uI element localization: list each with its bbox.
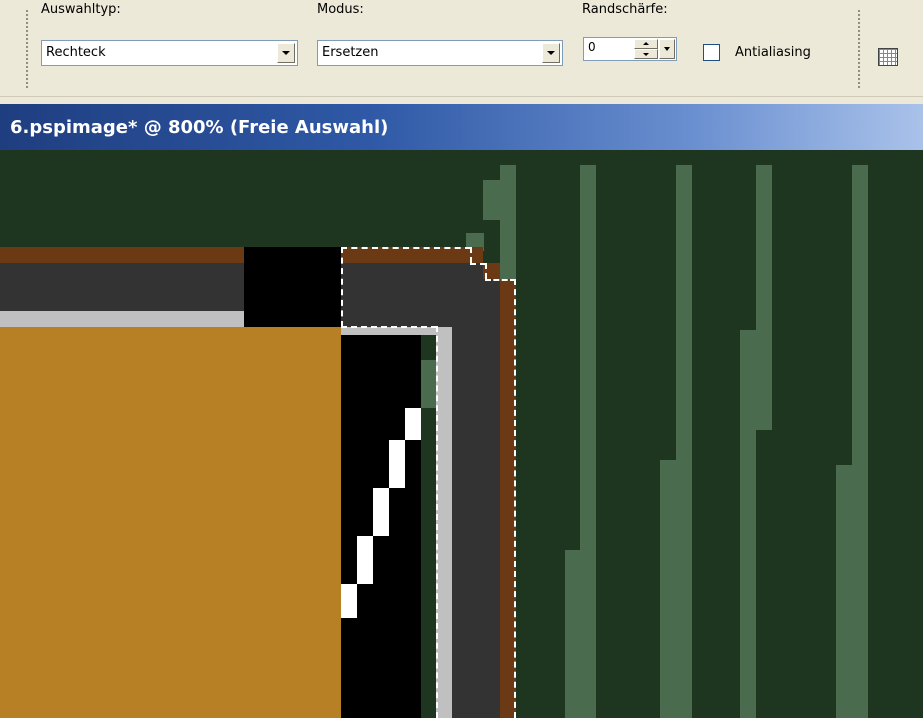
gold-panel <box>0 327 341 718</box>
frame-silver-right <box>436 327 452 718</box>
pixel-light-green <box>852 165 868 465</box>
pixel-light-green <box>580 165 596 550</box>
chevron-down-icon[interactable] <box>542 43 560 63</box>
frame-brown-top-right <box>341 247 483 263</box>
selection-type-value: Rechteck <box>46 45 106 60</box>
selection-marquee <box>470 247 472 263</box>
chevron-down-icon[interactable] <box>659 39 675 59</box>
mode-label: Modus: <box>317 2 364 17</box>
white-stair-step <box>357 536 373 584</box>
antialiasing-label: Antialiasing <box>735 45 811 60</box>
toolbar-grip-right[interactable] <box>858 10 862 88</box>
frame-black-block <box>244 247 341 327</box>
frame-charcoal-top-right <box>341 263 483 327</box>
feather-value: 0 <box>588 40 596 54</box>
mode-value: Ersetzen <box>322 45 379 60</box>
pixel-light-green <box>500 165 516 290</box>
chevron-down-icon[interactable] <box>277 43 295 63</box>
antialiasing-checkbox[interactable] <box>703 44 720 61</box>
feather-spinner[interactable]: 0 <box>583 37 677 61</box>
selection-marquee <box>485 263 487 279</box>
grid-icon[interactable] <box>878 48 898 66</box>
frame-silver-top-right <box>341 327 436 335</box>
spin-down-icon[interactable] <box>634 49 658 59</box>
spin-arrows-icon[interactable] <box>634 39 658 59</box>
selection-type-label: Auswahltyp: <box>41 2 121 17</box>
pixel-light-green <box>676 165 692 460</box>
spin-up-icon[interactable] <box>634 39 658 49</box>
frame-charcoal <box>0 263 244 311</box>
document-title-bar[interactable]: 6.pspimage* @ 800% (Freie Auswahl) <box>0 104 923 150</box>
selection-marquee <box>470 263 486 265</box>
toolbar-grip-left[interactable] <box>26 10 30 88</box>
pixel-light-green <box>421 360 436 408</box>
selection-marquee <box>341 247 471 249</box>
document-title: 6.pspimage* @ 800% (Freie Auswahl) <box>10 117 389 138</box>
pixel-light-green <box>740 330 772 430</box>
selection-marquee <box>514 279 516 718</box>
pixel-light-green <box>836 465 868 718</box>
selection-marquee <box>436 326 438 718</box>
selection-marquee <box>341 326 437 328</box>
image-canvas[interactable] <box>0 150 923 718</box>
mode-select[interactable]: Ersetzen <box>317 40 563 66</box>
pixel-light-green <box>756 165 772 330</box>
white-stair-step <box>373 488 389 536</box>
selection-marquee <box>341 247 343 327</box>
selection-type-select[interactable]: Rechteck <box>41 40 298 66</box>
white-stair-step <box>341 584 357 618</box>
pixel-light-green <box>660 460 692 718</box>
frame-brown-top <box>0 247 244 263</box>
white-stair-step <box>405 408 421 440</box>
feather-label: Randschärfe: <box>582 2 668 17</box>
pixel-light-green <box>483 180 501 220</box>
frame-charcoal-corner <box>483 279 500 327</box>
white-stair-step <box>389 440 405 488</box>
frame-charcoal-right <box>452 327 500 718</box>
frame-silver <box>0 311 244 327</box>
pixel-light-green <box>565 550 596 718</box>
pixel-light-green <box>740 430 756 718</box>
selection-marquee <box>485 279 516 281</box>
tool-options-bar: Auswahltyp: Rechteck Modus: Ersetzen Ran… <box>0 0 923 97</box>
